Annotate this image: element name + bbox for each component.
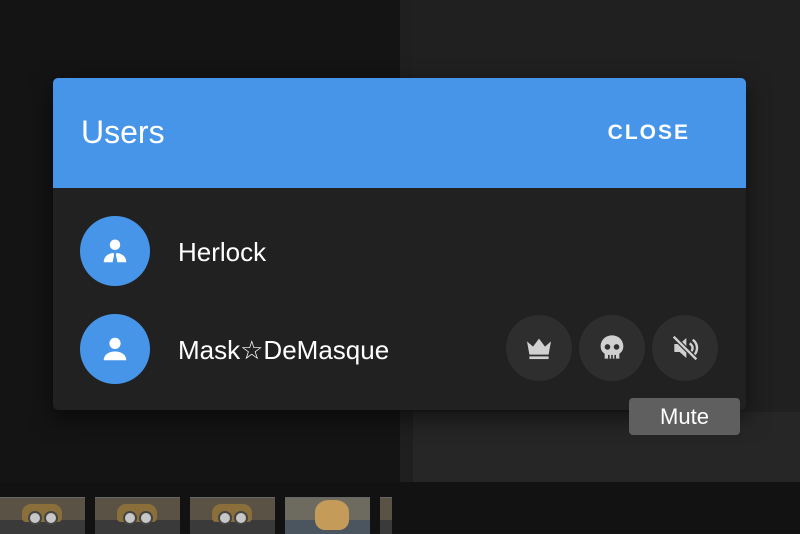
thumbnail-strip xyxy=(0,497,392,534)
thumbnail[interactable] xyxy=(0,497,85,534)
thumbnail[interactable] xyxy=(285,497,370,534)
user-row: Mask☆DeMasque xyxy=(53,314,746,384)
crown-button[interactable] xyxy=(506,315,572,381)
thumbnail[interactable] xyxy=(190,497,275,534)
skull-button[interactable] xyxy=(579,315,645,381)
skull-icon xyxy=(600,335,624,359)
user-name: Mask☆DeMasque xyxy=(178,335,390,365)
thumbnail[interactable] xyxy=(380,497,392,534)
user-row: Herlock xyxy=(53,216,746,286)
crown-icon xyxy=(527,338,551,360)
background-lower-right xyxy=(413,412,800,482)
user-icon xyxy=(103,337,127,361)
mute-button[interactable] xyxy=(652,315,718,381)
avatar xyxy=(80,314,150,384)
mute-tooltip: Mute xyxy=(629,398,740,435)
volume-off-icon xyxy=(672,335,699,361)
user-name: Herlock xyxy=(178,237,267,267)
avatar xyxy=(80,216,150,286)
user-tie-icon xyxy=(103,239,127,264)
dialog-header: Users CLOSE xyxy=(53,78,746,188)
close-button[interactable]: CLOSE xyxy=(608,121,690,145)
dialog-title: Users xyxy=(81,114,165,150)
users-dialog: Users CLOSE Herlock Mask☆DeMasque xyxy=(53,78,746,410)
thumbnail[interactable] xyxy=(95,497,180,534)
